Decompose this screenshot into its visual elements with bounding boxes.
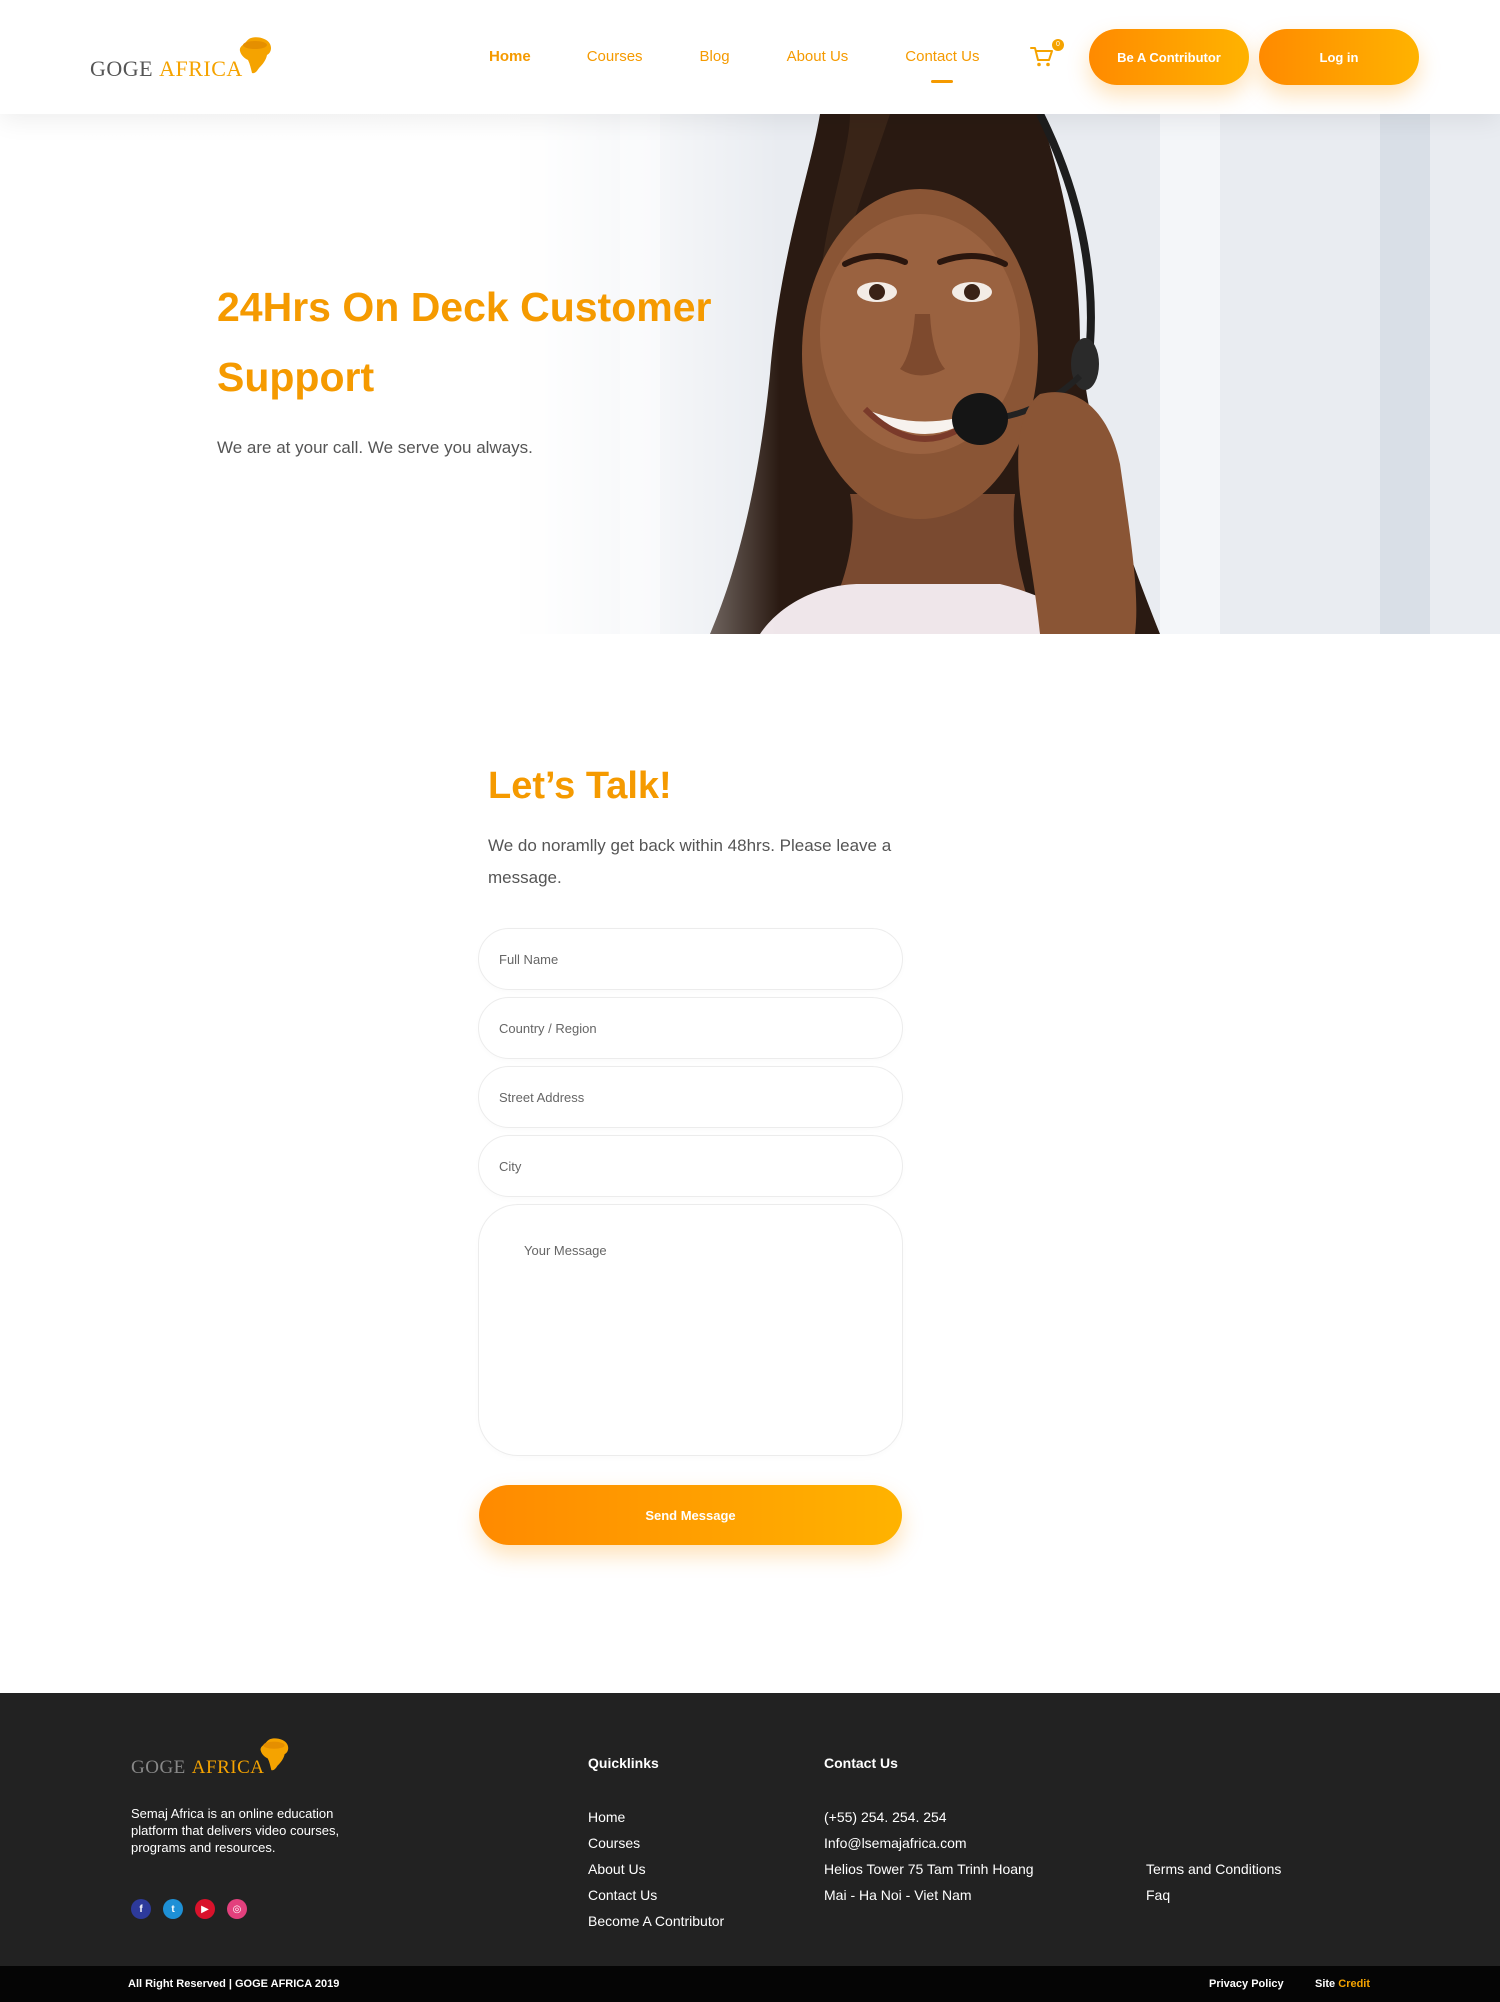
africa-map-hat-icon bbox=[260, 1738, 289, 1771]
africa-map-hat-icon bbox=[239, 37, 271, 74]
site-footer: GOGE AFRICA Semaj Africa is an online ed… bbox=[0, 1693, 1500, 1966]
hero-banner: 24Hrs On Deck Customer Support We are at… bbox=[0, 114, 1500, 634]
footer-brand-name-part2: AFRICA bbox=[191, 1757, 265, 1778]
footer-link-home[interactable]: Home bbox=[588, 1804, 724, 1830]
street-address-field[interactable] bbox=[478, 1066, 903, 1128]
privacy-policy-link[interactable]: Privacy Policy bbox=[1209, 1978, 1284, 1990]
site-header: GOGE AFRICA Home Courses Blog About Us C… bbox=[0, 0, 1500, 114]
log-in-button[interactable]: Log in bbox=[1259, 29, 1419, 85]
site-credit-link[interactable]: Site Credit bbox=[1315, 1978, 1370, 1990]
main-nav: Home Courses Blog About Us Contact Us bbox=[489, 48, 979, 65]
footer-link-courses[interactable]: Courses bbox=[588, 1830, 724, 1856]
dribbble-icon[interactable]: ◎ bbox=[227, 1899, 247, 1919]
facebook-icon[interactable]: f bbox=[131, 1899, 151, 1919]
footer-brand-name-part1: GOGE bbox=[131, 1757, 186, 1778]
twitter-icon[interactable]: t bbox=[163, 1899, 183, 1919]
send-message-button[interactable]: Send Message bbox=[479, 1485, 902, 1545]
contact-subtitle: We do noramlly get back within 48hrs. Pl… bbox=[488, 836, 892, 887]
nav-home[interactable]: Home bbox=[489, 48, 531, 65]
social-links: f t ▶ ◎ bbox=[131, 1899, 247, 1919]
city-field[interactable] bbox=[478, 1135, 903, 1197]
contact-title: Let’s Talk! bbox=[488, 765, 672, 807]
footer-link-faq[interactable]: Faq bbox=[1146, 1882, 1281, 1908]
hero-subtitle: We are at your call. We serve you always… bbox=[217, 438, 533, 457]
footer-about-text: Semaj Africa is an online education plat… bbox=[131, 1806, 340, 1855]
footer-link-about-us[interactable]: About Us bbox=[588, 1856, 724, 1882]
footer-contact-list: (+55) 254. 254. 254 Info@lsemajafrica.co… bbox=[824, 1804, 1034, 1908]
quicklinks-title: Quicklinks bbox=[588, 1755, 659, 1771]
footer-contact-title: Contact Us bbox=[824, 1755, 898, 1771]
footer-link-become-contributor[interactable]: Become A Contributor bbox=[588, 1908, 724, 1934]
copyright-text: All Right Reserved | GOGE AFRICA 2019 bbox=[128, 1978, 340, 1990]
country-region-field[interactable] bbox=[478, 997, 903, 1059]
footer-phone: (+55) 254. 254. 254 bbox=[824, 1809, 947, 1825]
quicklinks-list: Home Courses About Us Contact Us Become … bbox=[588, 1804, 724, 1934]
bottom-bar: All Right Reserved | GOGE AFRICA 2019 Pr… bbox=[0, 1966, 1500, 2002]
cart-count-badge: 0 bbox=[1052, 39, 1064, 51]
brand-name-part1: GOGE bbox=[90, 56, 154, 81]
shopping-cart-icon[interactable] bbox=[1030, 46, 1054, 68]
nav-courses[interactable]: Courses bbox=[587, 48, 643, 65]
youtube-icon[interactable]: ▶ bbox=[195, 1899, 215, 1919]
footer-email[interactable]: Info@lsemajafrica.com bbox=[824, 1830, 1034, 1856]
brand-name-part2: AFRICA bbox=[159, 56, 243, 81]
footer-address-line2: Mai - Ha Noi - Viet Nam bbox=[824, 1887, 972, 1903]
footer-link-terms[interactable]: Terms and Conditions bbox=[1146, 1856, 1281, 1882]
footer-address-line1: Helios Tower 75 Tam Trinh Hoang bbox=[824, 1861, 1034, 1877]
footer-brand-logo[interactable]: GOGE AFRICA bbox=[131, 1737, 290, 1779]
site-credit-label: Site bbox=[1315, 1978, 1336, 1990]
hero-title: 24Hrs On Deck Customer Support bbox=[217, 284, 712, 400]
full-name-field[interactable] bbox=[478, 928, 903, 990]
footer-legal-list: Terms and Conditions Faq bbox=[1146, 1856, 1281, 1908]
nav-about-us[interactable]: About Us bbox=[787, 48, 849, 65]
nav-blog[interactable]: Blog bbox=[700, 48, 730, 65]
nav-contact-us[interactable]: Contact Us bbox=[905, 48, 979, 65]
footer-link-contact-us[interactable]: Contact Us bbox=[588, 1882, 724, 1908]
message-field[interactable] bbox=[478, 1204, 903, 1456]
be-a-contributor-button[interactable]: Be A Contributor bbox=[1089, 29, 1249, 85]
brand-logo[interactable]: GOGE AFRICA bbox=[90, 36, 273, 82]
site-credit-highlight: Credit bbox=[1338, 1978, 1371, 1990]
